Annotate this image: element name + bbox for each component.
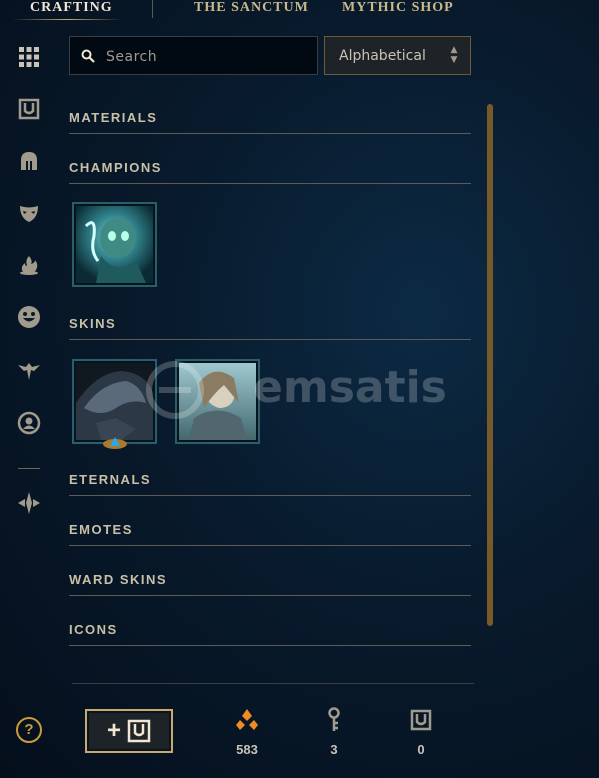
champion-portrait: [76, 206, 153, 283]
emote-icon[interactable]: [16, 304, 42, 330]
tab-crafting[interactable]: CRAFTING: [30, 0, 113, 16]
orange-essence-counter: 583: [227, 706, 267, 757]
section-title-eternals[interactable]: ETERNALS: [69, 472, 151, 487]
section-title-skins[interactable]: SKINS: [69, 316, 116, 331]
chest-value: 0: [417, 742, 425, 757]
section-divider: [69, 645, 471, 646]
chest-icon[interactable]: [16, 96, 42, 122]
section-divider: [69, 595, 471, 596]
profile-icon[interactable]: [16, 410, 42, 436]
section-divider: [69, 545, 471, 546]
watermark-text: emsatis: [253, 362, 447, 413]
nav-divider: [152, 0, 153, 18]
plus-icon: +: [106, 717, 121, 744]
section-divider: [69, 339, 471, 340]
skin-shard-tile[interactable]: [72, 359, 157, 444]
skin-rarity-gem-icon: [103, 437, 127, 449]
section-divider: [69, 495, 471, 496]
skin-portrait: [179, 363, 256, 440]
skin-shard-tile[interactable]: [175, 359, 260, 444]
grid-icon[interactable]: [16, 44, 42, 70]
add-chest-button[interactable]: +: [85, 709, 173, 753]
sort-dropdown[interactable]: Alphabetical ▲ ▼: [324, 36, 471, 75]
flame-icon[interactable]: [16, 252, 42, 278]
section-divider: [69, 183, 471, 184]
orange-essence-icon: [236, 709, 258, 730]
orange-essence-value: 583: [236, 742, 258, 757]
ward-icon[interactable]: [16, 358, 42, 384]
search-box: [69, 36, 318, 75]
tab-the-sanctum[interactable]: THE SANCTUM: [194, 0, 309, 16]
mask-icon[interactable]: [16, 200, 42, 226]
sort-selected-label: Alphabetical: [339, 48, 426, 64]
key-icon: [328, 707, 340, 731]
chest-counter: 0: [401, 706, 441, 757]
chest-icon: [127, 719, 151, 743]
section-divider: [69, 133, 471, 134]
key-counter: 3: [314, 706, 354, 757]
bottom-divider: [72, 683, 474, 684]
skin-portrait: [76, 363, 153, 440]
chevron-up-down-icon: ▲ ▼: [450, 45, 458, 65]
crystal-icon[interactable]: [16, 490, 42, 516]
help-button[interactable]: ?: [16, 717, 42, 743]
top-nav: CRAFTING THE SANCTUM MYTHIC SHOP: [0, 0, 599, 20]
section-title-ward-skins[interactable]: WARD SKINS: [69, 572, 167, 587]
section-title-materials[interactable]: MATERIALS: [69, 110, 157, 125]
chest-icon: [410, 709, 432, 731]
tab-mythic-shop[interactable]: MYTHIC SHOP: [342, 0, 454, 16]
champion-shard-tile[interactable]: [72, 202, 157, 287]
search-input[interactable]: [104, 45, 308, 69]
search-icon: [81, 49, 95, 63]
sidebar-divider: [18, 468, 40, 469]
active-tab-underline: [12, 19, 122, 20]
section-title-emotes[interactable]: EMOTES: [69, 522, 133, 537]
scrollbar-thumb[interactable]: [487, 104, 493, 626]
helmet-icon[interactable]: [16, 148, 42, 174]
section-title-icons[interactable]: ICONS: [69, 622, 118, 637]
section-title-champions[interactable]: CHAMPIONS: [69, 160, 162, 175]
key-value: 3: [330, 742, 338, 757]
